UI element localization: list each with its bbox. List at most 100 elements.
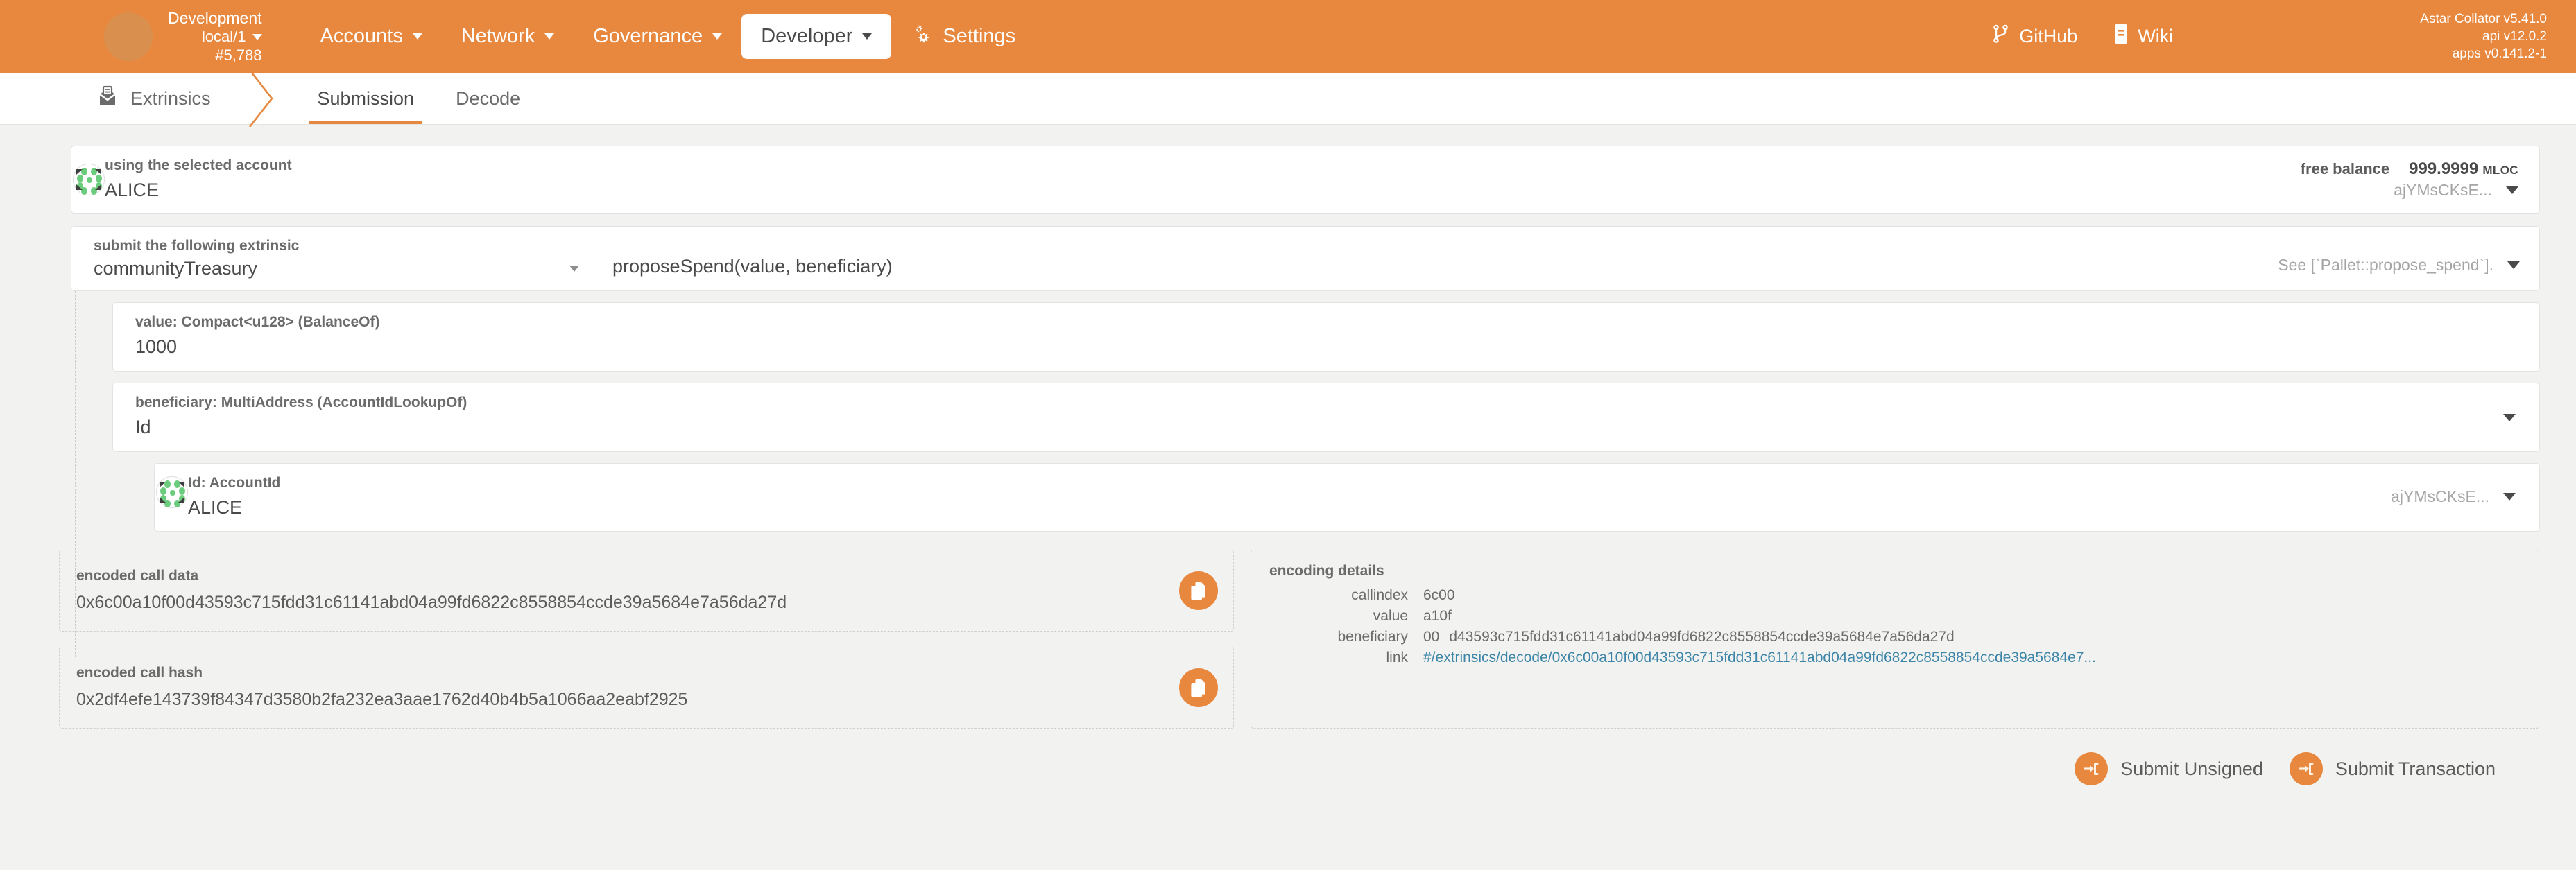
param-input-value[interactable]: Id [135, 415, 2503, 440]
chevron-down-icon [862, 33, 873, 40]
nav-label: Settings [943, 25, 1016, 47]
encoded-call-data-value: 0x6c00a10f00d43593c715fdd31c61141abd04a9… [76, 592, 787, 612]
sign-in-icon [2075, 752, 2109, 786]
account-address-short: ajYMsCKsE... [2394, 180, 2492, 199]
param-row-wrapper-beneficiary: beneficiary: MultiAddress (AccountIdLook… [36, 372, 2540, 452]
nav-label: Network [461, 25, 535, 47]
tab-submission[interactable]: Submission [297, 73, 436, 124]
chain-info[interactable]: Development local/1 #5,788 [168, 8, 262, 65]
nav-item-developer[interactable]: Developer [741, 14, 892, 59]
balance-label: free balance [2300, 159, 2390, 177]
account-label: using the selected account [105, 157, 292, 173]
envelope-icon [97, 85, 118, 112]
nested-param-label: Id: AccountId [188, 474, 281, 491]
copy-icon[interactable] [1179, 571, 1218, 611]
detail-key: link [1386, 650, 1408, 666]
extrinsic-label: submit the following extrinsic [94, 237, 300, 254]
apps-version: apps v0.141.2-1 [2452, 46, 2547, 62]
chevron-down-icon [412, 33, 422, 40]
footer-actions: Submit Unsigned Submit Transaction [36, 729, 2540, 786]
chain-logo [104, 12, 153, 61]
breadcrumb-separator [243, 70, 284, 127]
param-input-value[interactable]: 1000 [135, 334, 2523, 359]
github-label: GitHub [2019, 25, 2078, 46]
detail-value-body: d43593c715fdd31c61141abd04a99fd6822c8558… [1449, 629, 1955, 645]
param-beneficiary[interactable]: beneficiary: MultiAddress (AccountIdLook… [112, 382, 2540, 452]
topbar-right: GitHub Wiki Astar Collator v5.41.0 api v… [1974, 10, 2551, 62]
encoded-call-hash-box: encoded call hash 0x2df4efe143739f84347d… [59, 647, 1234, 729]
detail-value: 00 d43593c715fdd31c61141abd04a99fd6822c85… [1423, 629, 1955, 645]
submit-transaction-label: Submit Transaction [2335, 758, 2496, 779]
chevron-down-icon [569, 265, 579, 272]
account-selector[interactable]: using the selected account ALICE free ba… [71, 146, 2540, 214]
tab-bar: Extrinsics Submission Decode [0, 70, 2576, 127]
encoded-call-data-box: encoded call data 0x6c00a10f00d43593c715… [59, 550, 1234, 632]
tab-label: Decode [456, 87, 521, 109]
nav-label: Accounts [320, 25, 403, 47]
nav-label: Developer [761, 25, 853, 47]
copy-icon[interactable] [1179, 668, 1218, 708]
balance-amount: 999.9999 [2409, 159, 2479, 178]
encoding-details-title: encoding details [1269, 563, 1384, 580]
encoded-call-data-label: encoded call data [76, 567, 199, 584]
node-version: Astar Collator v5.41.0 [2420, 11, 2547, 26]
method-docs-text: See [`Pallet::propose_spend`]. [2278, 255, 2493, 274]
submit-transaction-button[interactable]: Submit Transaction [2289, 752, 2496, 786]
submit-unsigned-label: Submit Unsigned [2120, 758, 2263, 779]
gears-icon [911, 24, 931, 50]
github-link[interactable]: GitHub [1974, 15, 2095, 58]
pallet-value: communityTreasury [94, 258, 258, 279]
param-row-wrapper-value: value: Compact<u128> (BalanceOf) 1000 [36, 291, 2540, 372]
account-value: ALICE [105, 180, 160, 201]
tab-decode[interactable]: Decode [435, 73, 541, 124]
chevron-down-icon [2507, 261, 2520, 269]
param-value[interactable]: value: Compact<u128> (BalanceOf) 1000 [112, 302, 2540, 372]
chain-block-number: #5,788 [215, 46, 262, 64]
nav-item-network[interactable]: Network [442, 14, 574, 59]
version-info: Astar Collator v5.41.0 api v12.0.2 apps … [2420, 10, 2547, 62]
submit-unsigned-button[interactable]: Submit Unsigned [2075, 752, 2263, 786]
avatar [156, 476, 188, 508]
balance-block: free balance 999.9999 MLOC ajYMsCKsE... [2301, 159, 2523, 200]
decode-link[interactable]: #/extrinsics/decode/0x6c00a10f00d43593c7… [1423, 650, 2096, 666]
top-bar: Development local/1 #5,788 Accounts Netw… [0, 0, 2576, 73]
nav-item-accounts[interactable]: Accounts [301, 14, 442, 59]
tab-list: Submission Decode [297, 73, 542, 124]
encoded-section: encoded call data 0x6c00a10f00d43593c715… [59, 550, 2539, 729]
nested-param-accountid[interactable]: Id: AccountId ALICE ajYMsCKsE... [154, 462, 2540, 532]
main-content: using the selected account ALICE free ba… [0, 125, 2576, 786]
pallet-dropdown[interactable]: communityTreasury [94, 258, 586, 279]
book-icon [2113, 24, 2129, 49]
extrinsic-row-wrapper: submit the following extrinsic community… [36, 214, 2540, 292]
detail-value-prefix: 00 [1423, 629, 1440, 645]
param-label: value: Compact<u128> (BalanceOf) [135, 314, 380, 331]
extrinsic-selector[interactable]: submit the following extrinsic community… [71, 225, 2540, 292]
method-value[interactable]: proposeSpend(value, beneficiary) [612, 256, 893, 277]
detail-key: callindex [1351, 587, 1408, 604]
nav-item-settings[interactable]: Settings [891, 12, 1035, 61]
nested-param-value: ALICE [188, 497, 243, 519]
param-label: beneficiary: MultiAddress (AccountIdLook… [135, 394, 467, 410]
wiki-link[interactable]: Wiki [2095, 15, 2191, 58]
identicon [73, 163, 105, 195]
api-version: api v12.0.2 [2482, 28, 2547, 44]
wiki-label: Wiki [2138, 25, 2174, 46]
chevron-down-icon[interactable] [2506, 186, 2518, 194]
breadcrumb: Extrinsics [0, 73, 243, 124]
detail-value: a10f [1423, 608, 1452, 625]
chevron-down-icon[interactable] [2503, 413, 2516, 421]
detail-row-beneficiary: beneficiary 00 d43593c715fdd31c61141abd04… [1269, 629, 2521, 645]
nav-item-governance[interactable]: Governance [574, 14, 741, 59]
detail-row-value: value a10f [1269, 608, 2521, 625]
encoding-details-box: encoding details callindex 6c00 value a1… [1251, 550, 2539, 729]
method-docs[interactable]: See [`Pallet::propose_spend`]. [2278, 256, 2523, 275]
nav-label: Governance [593, 25, 703, 47]
github-icon [1992, 24, 2010, 49]
chevron-down-icon[interactable] [2503, 493, 2516, 501]
main-nav: Accounts Network Governance Developer Se… [301, 12, 1036, 61]
encoded-left-column: encoded call data 0x6c00a10f00d43593c715… [59, 550, 1234, 729]
chain-endpoint: local/1 [201, 27, 246, 45]
breadcrumb-label: Extrinsics [130, 87, 211, 109]
detail-row-link: link #/extrinsics/decode/0x6c00a10f00d43… [1269, 650, 2521, 666]
detail-key: beneficiary [1337, 629, 1408, 645]
